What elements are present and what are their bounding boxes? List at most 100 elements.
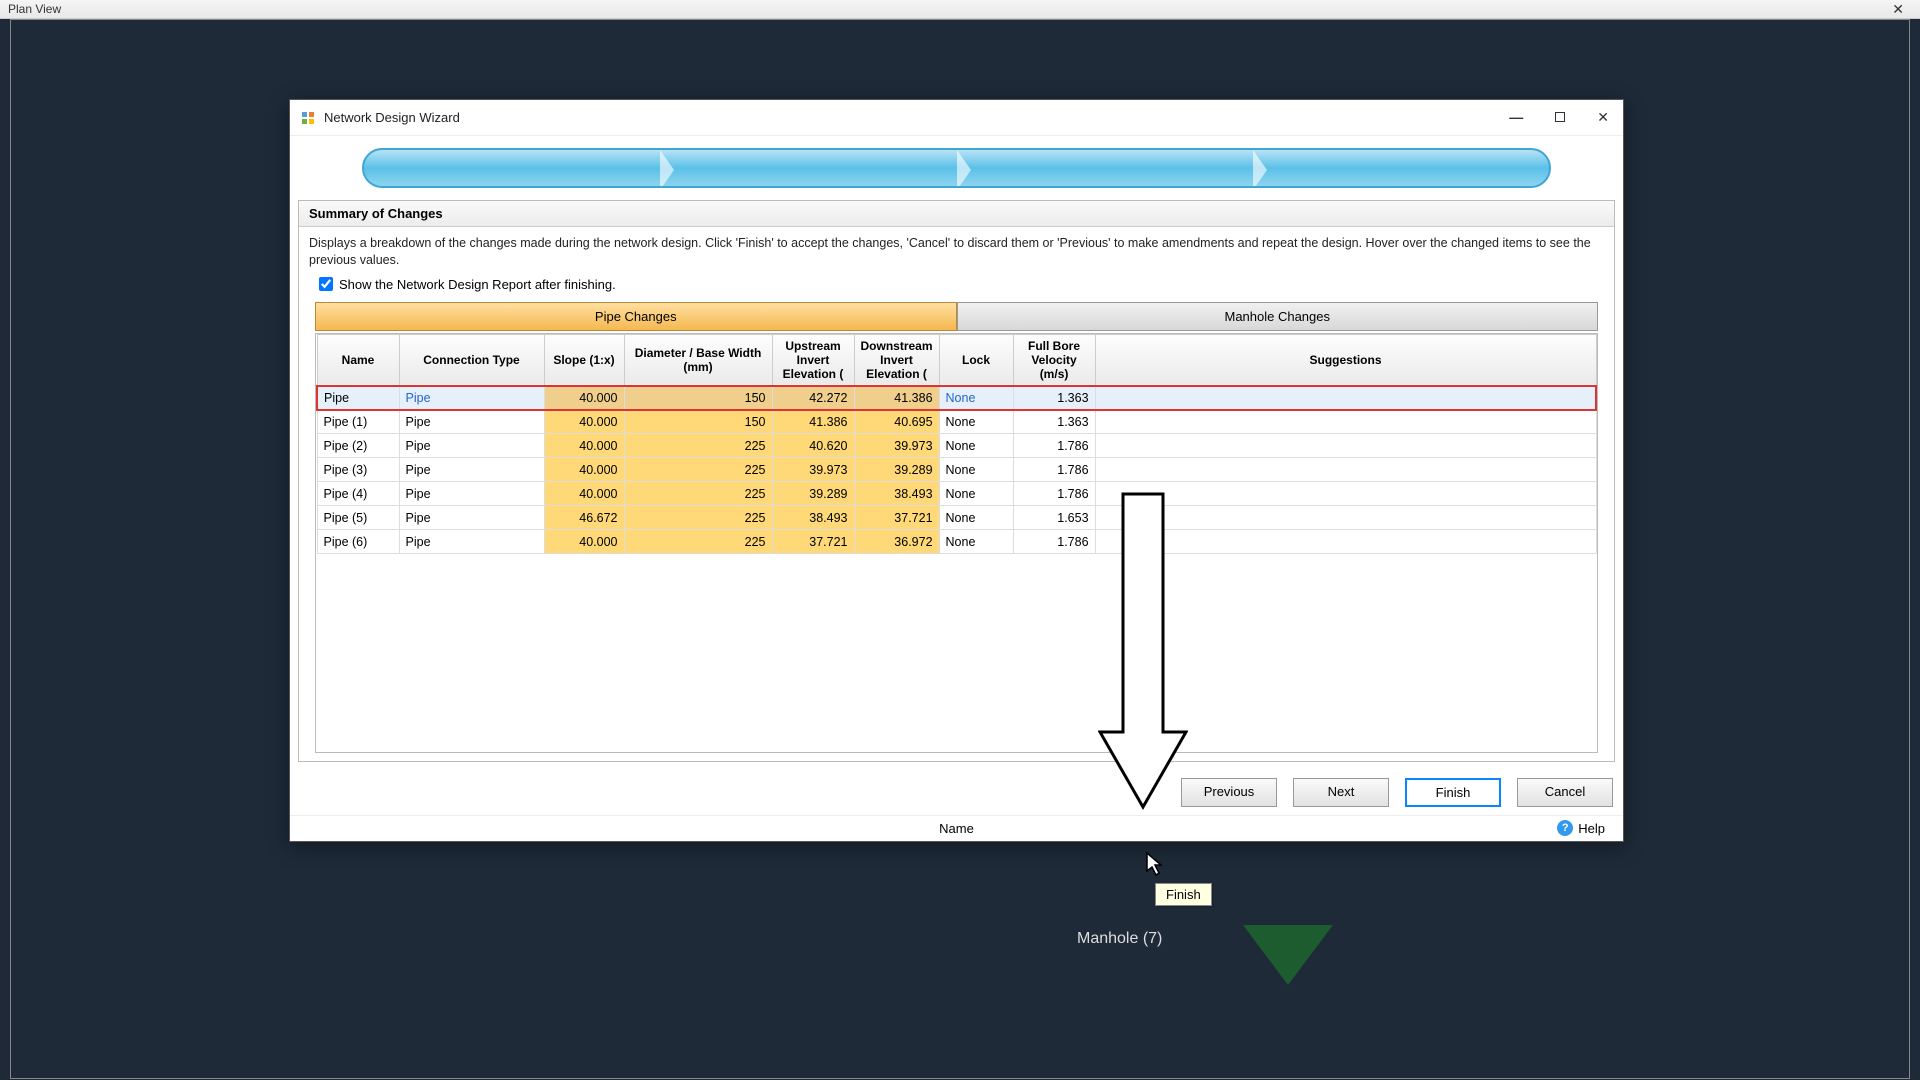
- table-cell[interactable]: 225: [624, 458, 772, 482]
- minimize-button[interactable]: [1505, 105, 1527, 130]
- table-cell[interactable]: Pipe (5): [317, 506, 399, 530]
- table-cell[interactable]: Pipe: [399, 410, 544, 434]
- table-cell[interactable]: [1095, 410, 1596, 434]
- table-cell[interactable]: None: [939, 506, 1013, 530]
- table-cell[interactable]: 225: [624, 530, 772, 554]
- table-cell[interactable]: 1.786: [1013, 482, 1095, 506]
- table-row[interactable]: Pipe (1)Pipe40.00015041.38640.695None1.3…: [317, 410, 1596, 434]
- maximize-button[interactable]: [1551, 105, 1569, 130]
- table-cell[interactable]: 225: [624, 506, 772, 530]
- dialog-title: Network Design Wizard: [324, 110, 460, 125]
- table-cell[interactable]: None: [939, 410, 1013, 434]
- table-cell[interactable]: 39.973: [854, 434, 939, 458]
- table-cell[interactable]: None: [939, 482, 1013, 506]
- table-cell[interactable]: 1.786: [1013, 530, 1095, 554]
- table-cell[interactable]: 225: [624, 434, 772, 458]
- th-diameter[interactable]: Diameter / Base Width (mm): [624, 334, 772, 386]
- cancel-button[interactable]: Cancel: [1517, 778, 1613, 807]
- dialog-footer: Name ? Help: [290, 815, 1623, 841]
- table-cell[interactable]: Pipe: [399, 482, 544, 506]
- plan-view-close-icon[interactable]: ✕: [1884, 1, 1912, 18]
- close-button[interactable]: ✕: [1593, 105, 1613, 130]
- changes-table: Name Connection Type Slope (1:x) Diamete…: [316, 334, 1597, 555]
- help-link[interactable]: ? Help: [1557, 820, 1605, 836]
- table-row[interactable]: Pipe (6)Pipe40.00022537.72136.972None1.7…: [317, 530, 1596, 554]
- table-cell[interactable]: Pipe (4): [317, 482, 399, 506]
- table-cell[interactable]: Pipe (1): [317, 410, 399, 434]
- changes-table-wrap[interactable]: Name Connection Type Slope (1:x) Diamete…: [315, 333, 1598, 753]
- table-row[interactable]: Pipe (2)Pipe40.00022540.62039.973None1.7…: [317, 434, 1596, 458]
- table-cell[interactable]: 41.386: [772, 410, 854, 434]
- table-cell[interactable]: Pipe: [399, 434, 544, 458]
- table-cell[interactable]: 150: [624, 386, 772, 410]
- table-cell[interactable]: 40.695: [854, 410, 939, 434]
- table-cell[interactable]: 39.973: [772, 458, 854, 482]
- dialog-titlebar[interactable]: Network Design Wizard ✕: [290, 100, 1623, 136]
- th-connection-type[interactable]: Connection Type: [399, 334, 544, 386]
- table-cell[interactable]: 1.363: [1013, 410, 1095, 434]
- table-cell[interactable]: 42.272: [772, 386, 854, 410]
- table-cell[interactable]: Pipe (2): [317, 434, 399, 458]
- next-button[interactable]: Next: [1293, 778, 1389, 807]
- table-cell[interactable]: 36.972: [854, 530, 939, 554]
- table-cell[interactable]: 39.289: [854, 458, 939, 482]
- table-cell[interactable]: None: [939, 434, 1013, 458]
- th-velocity[interactable]: Full Bore Velocity (m/s): [1013, 334, 1095, 386]
- previous-button[interactable]: Previous: [1181, 778, 1277, 807]
- th-downstream[interactable]: Downstream Invert Elevation (: [854, 334, 939, 386]
- table-cell[interactable]: [1095, 434, 1596, 458]
- table-cell[interactable]: 1.653: [1013, 506, 1095, 530]
- table-cell[interactable]: Pipe: [399, 530, 544, 554]
- show-report-checkbox[interactable]: [319, 277, 333, 291]
- table-cell[interactable]: 40.000: [544, 434, 624, 458]
- table-cell[interactable]: 1.786: [1013, 458, 1095, 482]
- table-cell[interactable]: 37.721: [854, 506, 939, 530]
- th-suggestions[interactable]: Suggestions: [1095, 334, 1596, 386]
- table-cell[interactable]: 40.000: [544, 386, 624, 410]
- table-cell[interactable]: 40.000: [544, 482, 624, 506]
- th-name[interactable]: Name: [317, 334, 399, 386]
- table-cell[interactable]: 225: [624, 482, 772, 506]
- table-cell[interactable]: 40.000: [544, 458, 624, 482]
- th-upstream[interactable]: Upstream Invert Elevation (: [772, 334, 854, 386]
- table-cell[interactable]: 46.672: [544, 506, 624, 530]
- table-cell[interactable]: 40.620: [772, 434, 854, 458]
- table-cell[interactable]: 39.289: [772, 482, 854, 506]
- table-cell[interactable]: Pipe (6): [317, 530, 399, 554]
- table-cell[interactable]: 41.386: [854, 386, 939, 410]
- table-cell[interactable]: 1.786: [1013, 434, 1095, 458]
- table-cell[interactable]: Pipe (3): [317, 458, 399, 482]
- description-text: Displays a breakdown of the changes made…: [299, 227, 1614, 273]
- table-row[interactable]: Pipe (4)Pipe40.00022539.28938.493None1.7…: [317, 482, 1596, 506]
- th-lock[interactable]: Lock: [939, 334, 1013, 386]
- table-cell[interactable]: Pipe: [399, 458, 544, 482]
- table-row[interactable]: Pipe (3)Pipe40.00022539.97339.289None1.7…: [317, 458, 1596, 482]
- table-cell[interactable]: 38.493: [772, 506, 854, 530]
- table-cell[interactable]: 150: [624, 410, 772, 434]
- table-row[interactable]: PipePipe40.00015042.27241.386None1.363: [317, 386, 1596, 410]
- section-header: Summary of Changes: [299, 201, 1614, 227]
- table-cell[interactable]: None: [939, 386, 1013, 410]
- table-cell[interactable]: [1095, 386, 1596, 410]
- table-cell[interactable]: 1.363: [1013, 386, 1095, 410]
- table-row[interactable]: Pipe (5)Pipe46.67222538.49337.721None1.6…: [317, 506, 1596, 530]
- table-cell[interactable]: Pipe: [399, 506, 544, 530]
- table-cell[interactable]: None: [939, 458, 1013, 482]
- wizard-buttons: Previous Next Finish Cancel: [290, 770, 1623, 815]
- table-cell[interactable]: [1095, 458, 1596, 482]
- table-cell[interactable]: 38.493: [854, 482, 939, 506]
- table-cell[interactable]: Pipe: [317, 386, 399, 410]
- finish-tooltip: Finish: [1155, 883, 1212, 906]
- th-slope[interactable]: Slope (1:x): [544, 334, 624, 386]
- annotation-arrow-icon: [1098, 492, 1188, 812]
- finish-button[interactable]: Finish: [1405, 778, 1501, 807]
- manhole-shape: [1243, 925, 1333, 985]
- table-cell[interactable]: 40.000: [544, 530, 624, 554]
- table-cell[interactable]: 40.000: [544, 410, 624, 434]
- table-cell[interactable]: Pipe: [399, 386, 544, 410]
- table-cell[interactable]: None: [939, 530, 1013, 554]
- footer-name-label: Name: [939, 821, 974, 836]
- table-cell[interactable]: 37.721: [772, 530, 854, 554]
- tab-manhole-changes[interactable]: Manhole Changes: [957, 302, 1599, 331]
- tab-pipe-changes[interactable]: Pipe Changes: [315, 302, 957, 331]
